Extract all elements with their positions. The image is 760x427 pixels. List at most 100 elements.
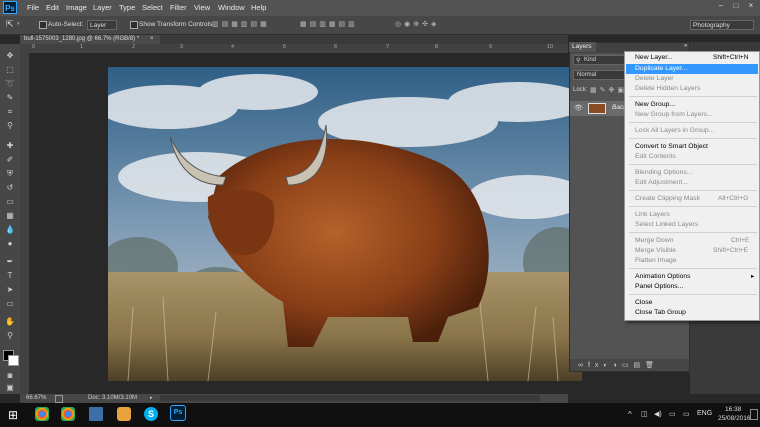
screen-mode-icon[interactable]: ▣	[4, 382, 16, 393]
status-menu-arrow-icon[interactable]: ▸	[150, 394, 153, 403]
auto-select-checkbox[interactable]	[39, 21, 47, 29]
clock-date[interactable]: 25/08/2016	[718, 415, 751, 422]
document-image[interactable]	[108, 67, 582, 381]
menu-item-lock-all-layers[interactable]: Lock All Layers in Group...	[635, 126, 714, 136]
gradient-tool-icon[interactable]: ▦	[4, 210, 16, 221]
media-player-icon[interactable]	[117, 407, 131, 421]
history-brush-tool-icon[interactable]: ↺	[4, 182, 16, 193]
skype-icon[interactable]: S	[144, 407, 158, 421]
menu-file[interactable]: File	[27, 3, 39, 12]
menu-item-duplicate-layer[interactable]: Duplicate Layer...	[635, 64, 688, 74]
maximize-button[interactable]: □	[731, 1, 741, 11]
auto-select-dropdown[interactable]: Layer	[87, 20, 117, 30]
tool-preset-chevron-icon[interactable]: ▾	[17, 21, 20, 27]
menu-edit[interactable]: Edit	[46, 3, 59, 12]
menu-item-new-group-from-layers[interactable]: New Group from Layers...	[635, 110, 713, 120]
clone-stamp-tool-icon[interactable]: ⛨	[4, 168, 16, 179]
menu-item-new-layer[interactable]: New Layer...	[635, 53, 673, 63]
healing-brush-tool-icon[interactable]: ✚	[4, 140, 16, 151]
windows-start-icon[interactable]: ⊞	[8, 408, 18, 422]
photoshop-taskbar-icon[interactable]: Ps	[170, 405, 186, 421]
filter-kind-dropdown[interactable]: ⚲ Kind	[573, 55, 625, 65]
crop-tool-icon[interactable]: ⌗	[4, 106, 16, 117]
menu-item-edit-adjustment[interactable]: Edit Adjustment...	[635, 178, 688, 188]
dodge-tool-icon[interactable]: ●	[4, 238, 16, 249]
tray-chevron-icon[interactable]: ^	[628, 410, 632, 419]
brush-tool-icon[interactable]: ✐	[4, 154, 16, 165]
menu-item-select-linked-layers[interactable]: Select Linked Layers	[635, 220, 698, 230]
menu-item-create-clipping-mask[interactable]: Create Clipping Mask	[635, 194, 700, 204]
shape-tool-icon[interactable]: ▭	[4, 298, 16, 309]
move-tool-icon[interactable]: ✥	[4, 50, 16, 61]
menu-item-delete-hidden-layers[interactable]: Delete Hidden Layers	[635, 84, 700, 94]
document-tab[interactable]: bull-1575003_1280.jpg @ 66.7% (RGB/8) * …	[20, 35, 160, 44]
chrome-canary-icon[interactable]	[61, 407, 75, 421]
chat-icon[interactable]: ▭	[669, 410, 676, 418]
eraser-tool-icon[interactable]: ▭	[4, 196, 16, 207]
lasso-tool-icon[interactable]: ➰	[4, 78, 16, 89]
pen-tool-icon[interactable]: ✒	[4, 256, 16, 267]
menu-window[interactable]: Window	[218, 3, 245, 12]
menu-layer[interactable]: Layer	[93, 3, 112, 12]
menu-item-new-group[interactable]: New Group...	[635, 100, 675, 110]
menu-item-delete-layer[interactable]: Delete Layer	[635, 74, 674, 84]
menu-image[interactable]: Image	[66, 3, 87, 12]
menu-item-link-layers[interactable]: Link Layers	[635, 210, 670, 220]
path-select-tool-icon[interactable]: ➤	[4, 284, 16, 295]
distribute-icons[interactable]: ▦▤▥▦▤▥	[300, 20, 358, 28]
chrome-icon[interactable]	[35, 407, 49, 421]
menu-item-flatten-image[interactable]: Flatten Image	[635, 256, 677, 266]
ruler-tick: 10	[547, 44, 554, 50]
menu-separator	[629, 294, 757, 295]
menu-separator	[629, 190, 757, 191]
marquee-tool-icon[interactable]: ⬚	[4, 64, 16, 75]
quick-select-tool-icon[interactable]: ✎	[4, 92, 16, 103]
menu-select[interactable]: Select	[142, 3, 163, 12]
menu-item-edit-contents[interactable]: Edit Contents	[635, 152, 676, 162]
menu-item-close[interactable]: Close	[635, 298, 652, 308]
background-color-swatch[interactable]	[8, 355, 19, 366]
notifications-icon[interactable]	[750, 409, 758, 420]
collapse-panel-icon[interactable]: »	[684, 43, 687, 49]
align-icons[interactable]: ▥▤▦▥▤▦	[212, 20, 270, 28]
zoom-tool-icon[interactable]: ⚲	[4, 330, 16, 341]
type-tool-icon[interactable]: T	[4, 270, 16, 281]
blur-tool-icon[interactable]: 💧	[4, 224, 16, 235]
menu-item-convert-smart-object[interactable]: Convert to Smart Object	[635, 142, 708, 152]
visibility-eye-icon[interactable]: 👁	[574, 104, 583, 112]
close-tab-icon[interactable]: ×	[150, 35, 154, 44]
language-indicator[interactable]: ENG	[697, 410, 712, 417]
menu-item-merge-visible[interactable]: Merge Visible	[635, 246, 676, 256]
quick-mask-icon[interactable]: ◙	[4, 370, 16, 381]
horizontal-scrollbar[interactable]	[160, 395, 540, 401]
menu-item-merge-down[interactable]: Merge Down	[635, 236, 674, 246]
menu-item-panel-options[interactable]: Panel Options...	[635, 282, 683, 292]
menu-filter[interactable]: Filter	[170, 3, 187, 12]
menu-item-animation-options[interactable]: Animation Options	[635, 272, 691, 282]
show-transform-checkbox[interactable]	[130, 21, 138, 29]
close-window-button[interactable]: ×	[746, 1, 756, 11]
menu-view[interactable]: View	[194, 3, 210, 12]
blend-mode-dropdown[interactable]: Normal	[573, 70, 625, 80]
status-share-icon[interactable]	[55, 395, 63, 403]
menu-type[interactable]: Type	[119, 3, 135, 12]
zoom-level[interactable]: 66.67%	[26, 394, 46, 403]
layer-footer-icons[interactable]: ∞fx◐◑▭▤🗑	[578, 361, 659, 369]
lock-icons[interactable]: ▦✎✥▣	[590, 86, 627, 94]
workspace-switcher[interactable]: Photography	[690, 20, 754, 30]
volume-icon[interactable]: ◀)	[654, 410, 662, 418]
hand-tool-icon[interactable]: ✋	[4, 316, 16, 327]
clock-time[interactable]: 16:38	[725, 406, 741, 413]
minimize-button[interactable]: –	[716, 1, 726, 11]
network-icon[interactable]: ◫	[641, 410, 648, 418]
menu-help[interactable]: Help	[251, 3, 266, 12]
layers-footer: ∞fx◐◑▭▤🗑	[570, 359, 689, 371]
eyedropper-tool-icon[interactable]: ⚲	[4, 120, 16, 131]
move-tool-icon[interactable]: ⇱	[6, 19, 14, 30]
menu-item-close-tab-group[interactable]: Close Tab Group	[635, 308, 686, 318]
battery-icon[interactable]: ▭	[683, 410, 690, 418]
layers-panel-title[interactable]: Layers	[569, 42, 596, 52]
menu-item-blending-options[interactable]: Blending Options...	[635, 168, 692, 178]
3d-mode-icons[interactable]: ◎◉⊕✣◈	[395, 20, 439, 28]
file-manager-icon[interactable]	[89, 407, 103, 421]
